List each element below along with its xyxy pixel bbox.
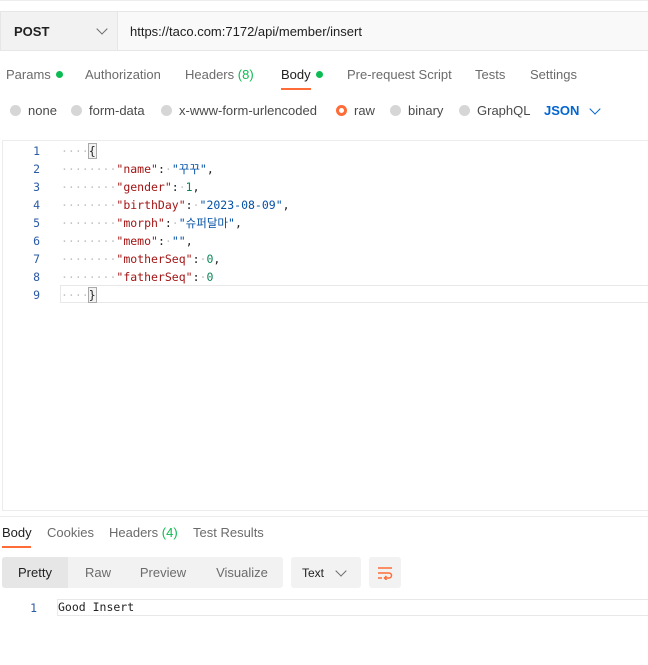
radio-form-data[interactable]: form-data [71, 103, 145, 118]
value-name: 꾸꾸 [178, 162, 200, 176]
tab-settings[interactable]: Settings [530, 67, 577, 82]
active-tab-indicator [281, 88, 311, 90]
radio-icon [71, 105, 82, 116]
radio-none[interactable]: none [10, 103, 57, 118]
view-mode-selector: Pretty Raw Preview Visualize [2, 557, 283, 588]
view-pretty-button[interactable]: Pretty [2, 557, 68, 588]
radio-icon [161, 105, 172, 116]
response-body[interactable]: Good Insert [57, 599, 648, 616]
radio-label: none [28, 103, 57, 118]
radio-binary[interactable]: binary [390, 103, 443, 118]
line-number: 2 [33, 162, 40, 176]
request-tabs: Params Authorization Headers (8) Body Pr… [0, 60, 648, 92]
radio-selected-icon [336, 105, 347, 116]
format-dropdown[interactable]: Text [291, 557, 361, 588]
chevron-down-icon [589, 102, 602, 115]
value-gender: 1 [185, 180, 193, 194]
json-brace: } [87, 287, 97, 303]
active-line-highlight [60, 285, 648, 303]
active-response-tab-indicator [2, 546, 31, 548]
language-dropdown[interactable]: JSON [544, 102, 602, 118]
value-morph: 슈퍼달마 [185, 216, 228, 230]
json-brace: { [87, 143, 97, 159]
radio-label: GraphQL [477, 103, 531, 118]
method-label: POST [14, 23, 50, 39]
value-motherseq: 0 [206, 252, 214, 266]
line-number: 7 [33, 252, 40, 266]
line-number: 8 [33, 270, 40, 284]
code-line: ········"birthDay":·"2023-08-09", [61, 198, 290, 212]
tab-label: Tests [475, 67, 506, 82]
format-label: Text [302, 565, 325, 580]
view-preview-button[interactable]: Preview [128, 557, 198, 588]
language-label: JSON [544, 103, 580, 118]
tab-authorization[interactable]: Authorization [85, 67, 161, 82]
response-line-number: 1 [30, 601, 37, 615]
tab-body[interactable]: Body [281, 67, 323, 82]
tab-label: Body [281, 67, 311, 82]
code-line: ········"name":·"꾸꾸", [61, 162, 214, 176]
code-line: ········"motherSeq":·0, [61, 252, 221, 266]
view-visualize-button[interactable]: Visualize [202, 557, 282, 588]
radio-label: raw [354, 103, 375, 118]
body-editor[interactable]: 1 2 3 4 5 6 7 8 9 ····{ ········"name":·… [2, 140, 648, 511]
code-line: ········"gender":·1, [61, 180, 200, 194]
response-tab-cookies[interactable]: Cookies [47, 525, 94, 540]
response-divider [0, 516, 648, 517]
wrap-lines-button[interactable] [369, 557, 401, 588]
view-raw-button[interactable]: Raw [68, 557, 128, 588]
radio-label: x-www-form-urlencoded [179, 103, 317, 118]
url-input[interactable] [119, 12, 639, 50]
code-line: ····} [61, 287, 97, 303]
line-number: 3 [33, 180, 40, 194]
tab-headers[interactable]: Headers (8) [185, 67, 254, 82]
top-divider [0, 0, 648, 1]
tab-label: Headers [185, 67, 235, 82]
radio-graphql[interactable]: GraphQL [459, 103, 530, 118]
chevron-down-icon [96, 23, 108, 35]
chevron-down-icon [335, 564, 347, 577]
radio-icon [390, 105, 401, 116]
response-tab-headers[interactable]: Headers (4) [109, 525, 178, 540]
radio-icon [10, 105, 21, 116]
line-number: 5 [33, 216, 40, 230]
tab-label: Headers [109, 525, 159, 540]
tab-count: (4) [161, 525, 178, 540]
response-tab-test-results[interactable]: Test Results [193, 525, 264, 540]
code-line: ········"fatherSeq":·0 [61, 270, 214, 284]
status-dot-icon [55, 71, 63, 78]
request-bar: POST [0, 11, 648, 51]
tab-label: Params [6, 67, 51, 82]
tab-label: Settings [530, 67, 577, 82]
tab-tests[interactable]: Tests [475, 67, 505, 82]
line-number: 6 [33, 234, 40, 248]
value-fatherseq: 0 [206, 270, 214, 284]
code-line: ········"morph":·"슈퍼달마", [61, 216, 242, 230]
code-line: ····{ [61, 143, 97, 159]
tab-params[interactable]: Params [6, 67, 63, 82]
tab-label: Pre-request Script [347, 67, 452, 82]
line-number: 1 [33, 144, 40, 158]
radio-icon [459, 105, 470, 116]
radio-raw[interactable]: raw [336, 103, 375, 118]
body-type-options: none form-data x-www-form-urlencoded raw… [0, 100, 648, 122]
code-line: ········"memo":·"", [61, 234, 193, 248]
tab-count: (8) [237, 67, 254, 82]
value-birthday: 2023-08-09 [206, 198, 276, 212]
response-tab-body[interactable]: Body [2, 525, 32, 540]
method-select[interactable]: POST [1, 12, 118, 50]
line-number: 9 [33, 288, 40, 302]
radio-label: binary [408, 103, 444, 118]
line-number: 4 [33, 198, 40, 212]
tab-label: Authorization [85, 67, 161, 82]
tab-pre-request-script[interactable]: Pre-request Script [347, 67, 452, 82]
status-dot-icon [315, 71, 323, 78]
radio-x-www-form-urlencoded[interactable]: x-www-form-urlencoded [161, 103, 317, 118]
wrap-lines-icon [378, 566, 393, 580]
radio-label: form-data [89, 103, 145, 118]
